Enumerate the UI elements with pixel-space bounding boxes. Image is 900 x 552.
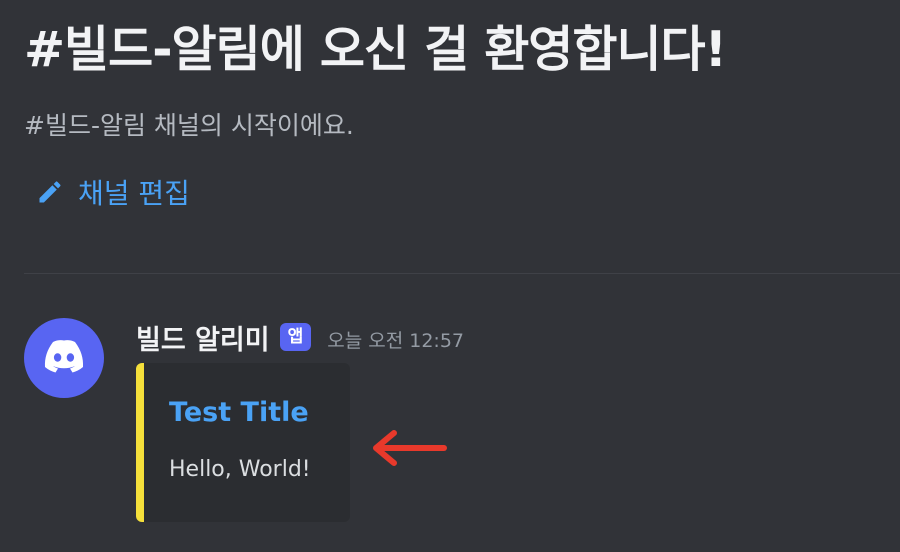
message-header: 빌드 알리미 앱 오늘 오전 12:57 bbox=[136, 316, 464, 358]
channel-welcome-subtitle: #빌드-알림 채널의 시작이에요. bbox=[24, 111, 354, 140]
timestamp: 오늘 오전 12:57 bbox=[327, 329, 465, 352]
username[interactable]: 빌드 알리미 bbox=[136, 318, 270, 357]
channel-welcome-title: #빌드-알림에 오신 걸 환영합니다! bbox=[24, 21, 727, 78]
message-embed: Test Title Hello, World! bbox=[136, 363, 350, 522]
left-arrow-icon bbox=[370, 428, 448, 472]
avatar[interactable] bbox=[24, 318, 104, 398]
discord-logo-icon bbox=[41, 339, 87, 378]
embed-title[interactable]: Test Title bbox=[169, 397, 309, 428]
embed-description: Hello, World! bbox=[169, 457, 311, 482]
pencil-icon bbox=[36, 178, 64, 206]
app-badge: 앱 bbox=[279, 323, 312, 351]
divider bbox=[24, 273, 900, 274]
edit-channel-label: 채널 편집 bbox=[78, 177, 190, 210]
edit-channel-button[interactable]: 채널 편집 bbox=[36, 172, 190, 212]
